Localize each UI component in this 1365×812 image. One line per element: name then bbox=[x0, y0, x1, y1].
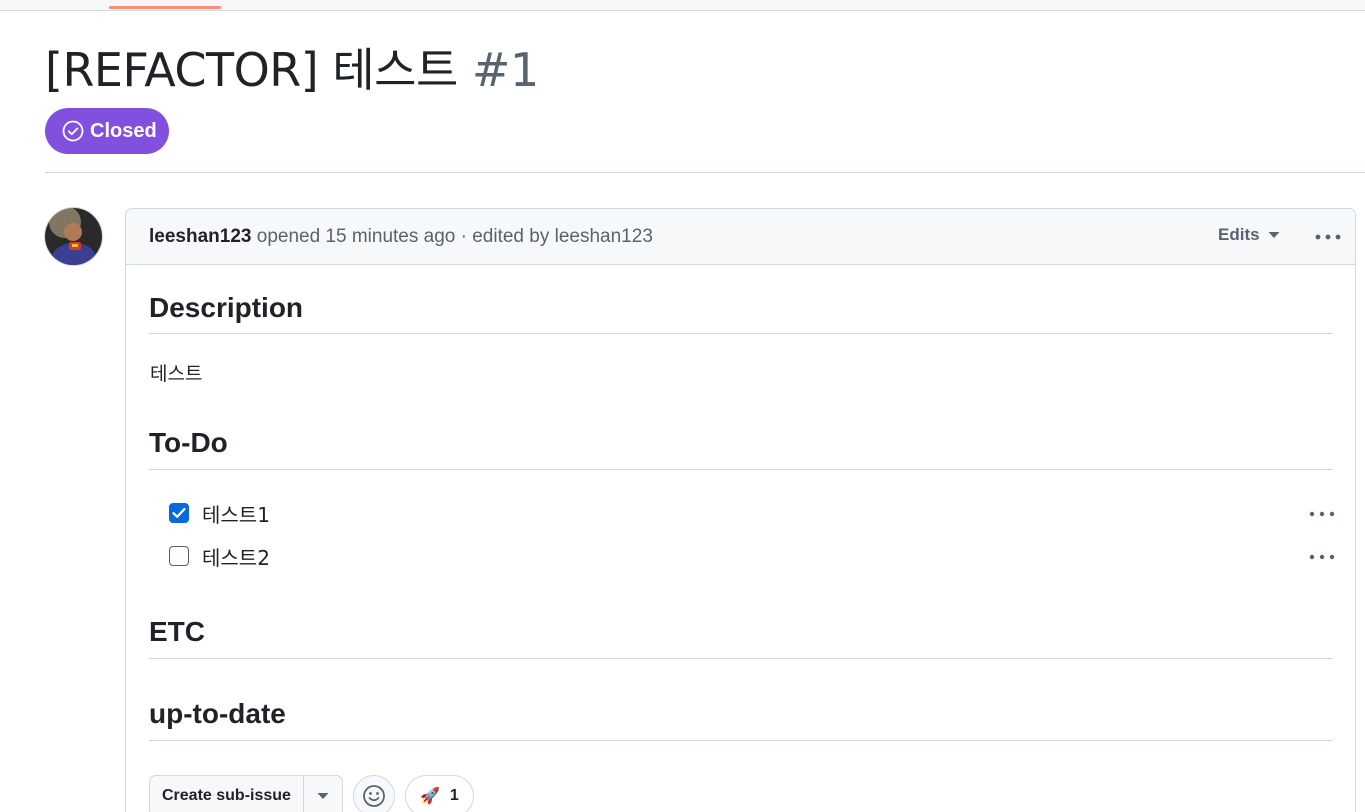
rocket-icon: 🚀 bbox=[419, 788, 440, 805]
heading-up-to-date: up-to-date bbox=[149, 698, 286, 729]
task-checkbox[interactable] bbox=[169, 503, 189, 523]
reaction-count: 1 bbox=[449, 787, 459, 804]
heading-todo: To-Do bbox=[149, 427, 228, 458]
heading-rule bbox=[149, 333, 1333, 334]
active-tab-underline bbox=[109, 6, 221, 9]
heading-rule bbox=[149, 740, 1333, 741]
issue-number: #1 bbox=[471, 43, 539, 97]
task-item: 테스트1 bbox=[169, 501, 270, 527]
check-icon bbox=[172, 507, 186, 518]
heading-rule bbox=[149, 658, 1333, 659]
edits-dropdown[interactable]: Edits bbox=[1218, 225, 1280, 245]
kebab-horizontal-icon[interactable] bbox=[1309, 554, 1335, 560]
top-nav-bar bbox=[0, 0, 1365, 11]
header-divider bbox=[45, 172, 1365, 173]
create-sub-issue-dropdown-button[interactable] bbox=[304, 776, 342, 812]
rocket-reaction-button[interactable]: 🚀 1 bbox=[404, 775, 474, 812]
heading-etc: ETC bbox=[149, 616, 205, 647]
user-avatar-image bbox=[45, 208, 102, 265]
heading-rule bbox=[149, 469, 1333, 470]
kebab-horizontal-icon[interactable] bbox=[1309, 511, 1335, 517]
create-sub-issue-button[interactable]: Create sub-issue bbox=[150, 776, 304, 812]
task-item: 테스트2 bbox=[169, 544, 270, 570]
issue-title: [REFACTOR] 테스트 #1 bbox=[45, 40, 539, 100]
create-sub-issue-split-button: Create sub-issue bbox=[149, 775, 343, 812]
heading-description: Description bbox=[149, 292, 304, 323]
status-badge: Closed bbox=[45, 108, 169, 154]
comment-meta: leeshan123 opened 15 minutes ago · edite… bbox=[149, 226, 653, 248]
task-label: 테스트1 bbox=[202, 502, 270, 527]
comment-header: leeshan123 opened 15 minutes ago · edite… bbox=[126, 209, 1355, 265]
check-circle-icon bbox=[62, 120, 84, 142]
add-reaction-button[interactable] bbox=[352, 775, 395, 812]
smiley-icon bbox=[363, 785, 385, 807]
description-text: 테스트 bbox=[150, 363, 203, 385]
status-badge-label: Closed bbox=[90, 119, 157, 142]
issue-comment: leeshan123 opened 15 minutes ago · edite… bbox=[125, 208, 1356, 812]
avatar[interactable] bbox=[44, 207, 103, 266]
comment-author-link[interactable]: leeshan123 bbox=[149, 226, 251, 247]
triangle-down-icon bbox=[1268, 232, 1280, 238]
edits-label: Edits bbox=[1218, 225, 1260, 244]
task-label: 테스트2 bbox=[202, 545, 270, 570]
comment-actions: Create sub-issue 🚀 1 bbox=[149, 775, 474, 812]
kebab-horizontal-icon[interactable] bbox=[1314, 233, 1342, 241]
task-checkbox[interactable] bbox=[169, 546, 189, 566]
triangle-down-icon bbox=[317, 793, 329, 799]
comment-meta-text: opened 15 minutes ago · edited by leesha… bbox=[256, 226, 653, 247]
issue-title-text: [REFACTOR] 테스트 bbox=[45, 43, 458, 97]
